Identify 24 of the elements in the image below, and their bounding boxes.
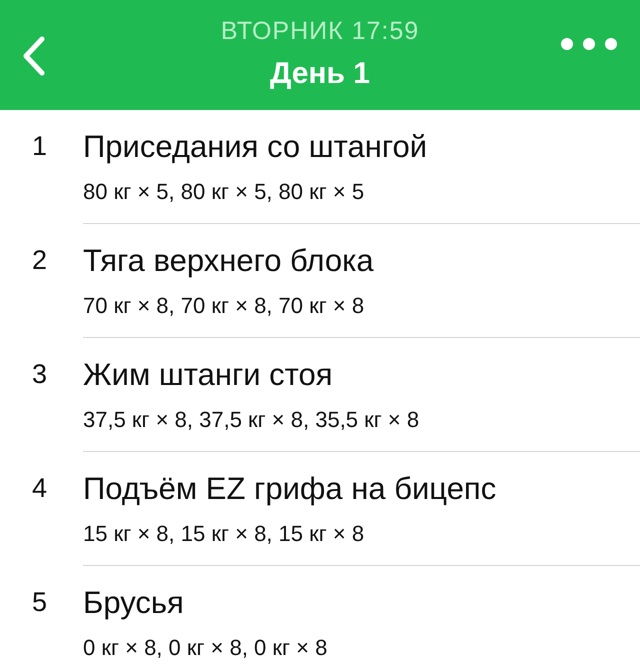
exercise-sets: 15 кг × 8, 15 кг × 8, 15 кг × 8 (83, 520, 366, 548)
more-icon (560, 37, 618, 51)
exercise-sets: 0 кг × 8, 0 кг × 8, 0 кг × 8 (83, 634, 328, 662)
exercise-number: 1 (31, 130, 48, 163)
day-time-label: ВТОРНИК 17:59 (220, 16, 420, 46)
exercise-name: Жим штанги стоя (83, 356, 334, 394)
exercise-name: Приседания со штангой (83, 128, 428, 166)
exercise-sets: 70 кг × 8, 70 кг × 8, 70 кг × 8 (83, 292, 366, 320)
exercise-row[interactable]: 3 Жим штанги стоя 37,5 кг × 8, 37,5 кг × 8, 35,5 кг × 8 (0, 338, 640, 452)
exercise-name: Брусья (83, 584, 185, 622)
exercise-row[interactable]: 5 Брусья 0 кг × 8, 0 кг × 8, 0 кг × 8 (0, 566, 640, 672)
chevron-left-icon (22, 36, 46, 76)
exercise-row[interactable]: 4 Подъём EZ грифа на бицепс 15 кг × 8, 15 кг × 8, 15 кг × 8 (0, 452, 640, 566)
exercise-row[interactable]: 2 Тяга верхнего блока 70 кг × 8, 70 кг × 8, 70 кг × 8 (0, 224, 640, 338)
exercise-sets: 37,5 кг × 8, 37,5 кг × 8, 35,5 кг × 8 (83, 406, 420, 434)
screen-title: День 1 (270, 56, 370, 92)
exercise-number: 2 (31, 244, 48, 277)
exercise-number: 3 (31, 358, 48, 391)
exercise-number: 4 (31, 472, 48, 505)
exercise-number: 5 (31, 586, 48, 619)
exercise-row[interactable]: 1 Приседания со штангой 80 кг × 5, 80 кг × 5, 80 кг × 5 (0, 110, 640, 224)
exercise-name: Тяга верхнего блока (83, 242, 375, 280)
exercise-name: Подъём EZ грифа на бицепс (83, 470, 498, 508)
exercise-sets: 80 кг × 5, 80 кг × 5, 80 кг × 5 (83, 178, 366, 206)
